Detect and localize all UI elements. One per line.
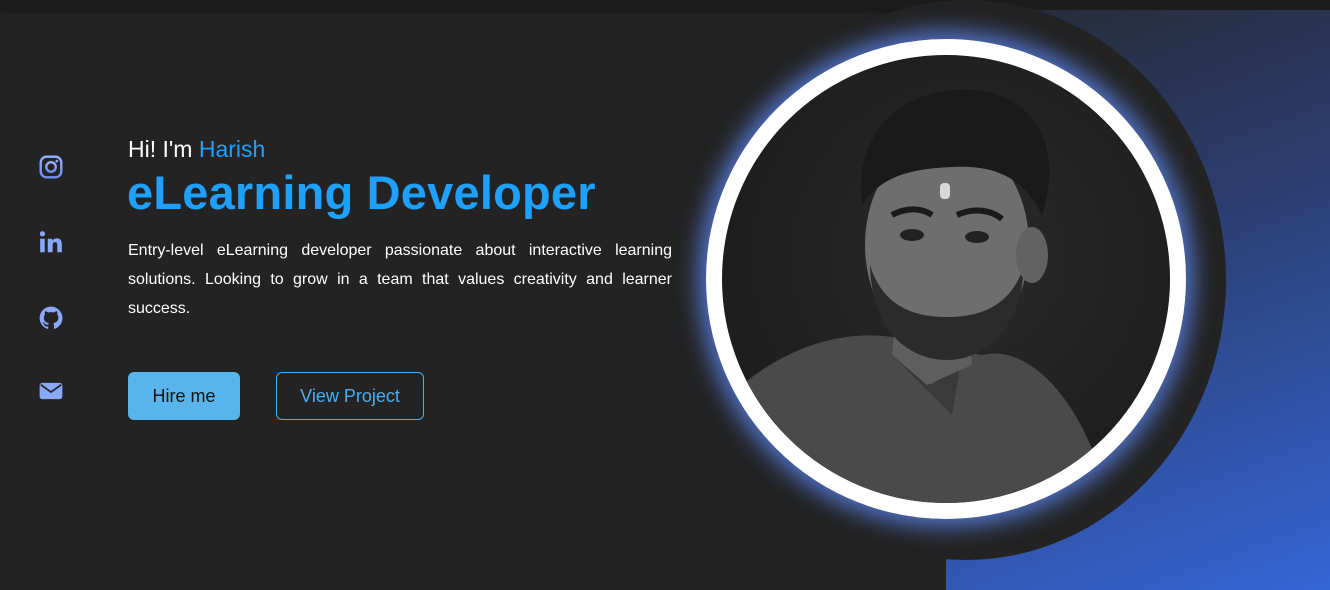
instagram-icon: [39, 155, 63, 179]
top-navbar: [0, 0, 1330, 10]
profile-photo: [722, 55, 1170, 503]
instagram-link[interactable]: [38, 154, 64, 180]
linkedin-link[interactable]: [38, 229, 64, 255]
hire-me-button[interactable]: Hire me: [128, 372, 240, 420]
greeting: Hi! I'm Harish: [128, 136, 265, 163]
mail-icon: [39, 382, 63, 400]
greeting-prefix: Hi! I'm: [128, 136, 199, 162]
profile-silhouette: [742, 89, 1102, 503]
linkedin-icon: [39, 231, 62, 253]
developer-name: Harish: [198, 136, 266, 162]
portfolio-page: Hi! I'm Harish eLearning Developer Entry…: [0, 0, 1330, 590]
profile-ring: [706, 39, 1186, 519]
view-project-button[interactable]: View Project: [276, 372, 424, 420]
hero-description: Entry-level eLearning developer passiona…: [128, 242, 672, 317]
github-icon: [39, 306, 63, 329]
job-title: eLearning Developer: [127, 166, 596, 219]
github-link[interactable]: [38, 305, 64, 331]
mail-link[interactable]: [38, 378, 64, 404]
